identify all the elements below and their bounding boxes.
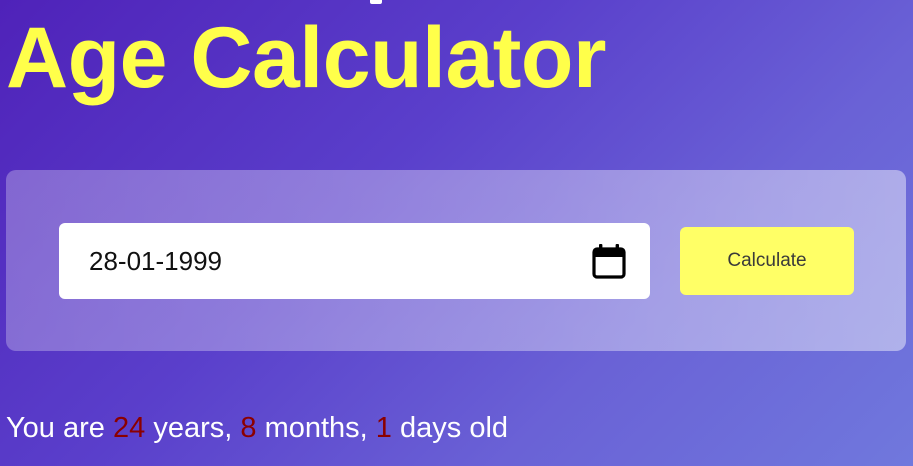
days-label: days old	[400, 412, 509, 444]
calculate-button[interactable]: Calculate	[680, 227, 854, 295]
decorative-mark	[370, 0, 382, 4]
result-prefix: You are	[6, 412, 105, 444]
years-value: 24	[112, 412, 146, 444]
age-result: You are 24 years, 8 months, 1 days old	[6, 408, 508, 448]
months-value: 8	[240, 412, 257, 444]
days-value: 1	[375, 412, 392, 444]
calendar-icon[interactable]	[588, 241, 628, 281]
calculator-card: 28-01-1999 Calculate	[6, 170, 906, 351]
birthdate-value: 28-01-1999	[89, 246, 222, 276]
months-label: months,	[264, 412, 368, 444]
birthdate-input[interactable]: 28-01-1999	[59, 223, 650, 299]
page-title: Age Calculator	[6, 10, 606, 106]
years-label: years,	[153, 412, 233, 444]
